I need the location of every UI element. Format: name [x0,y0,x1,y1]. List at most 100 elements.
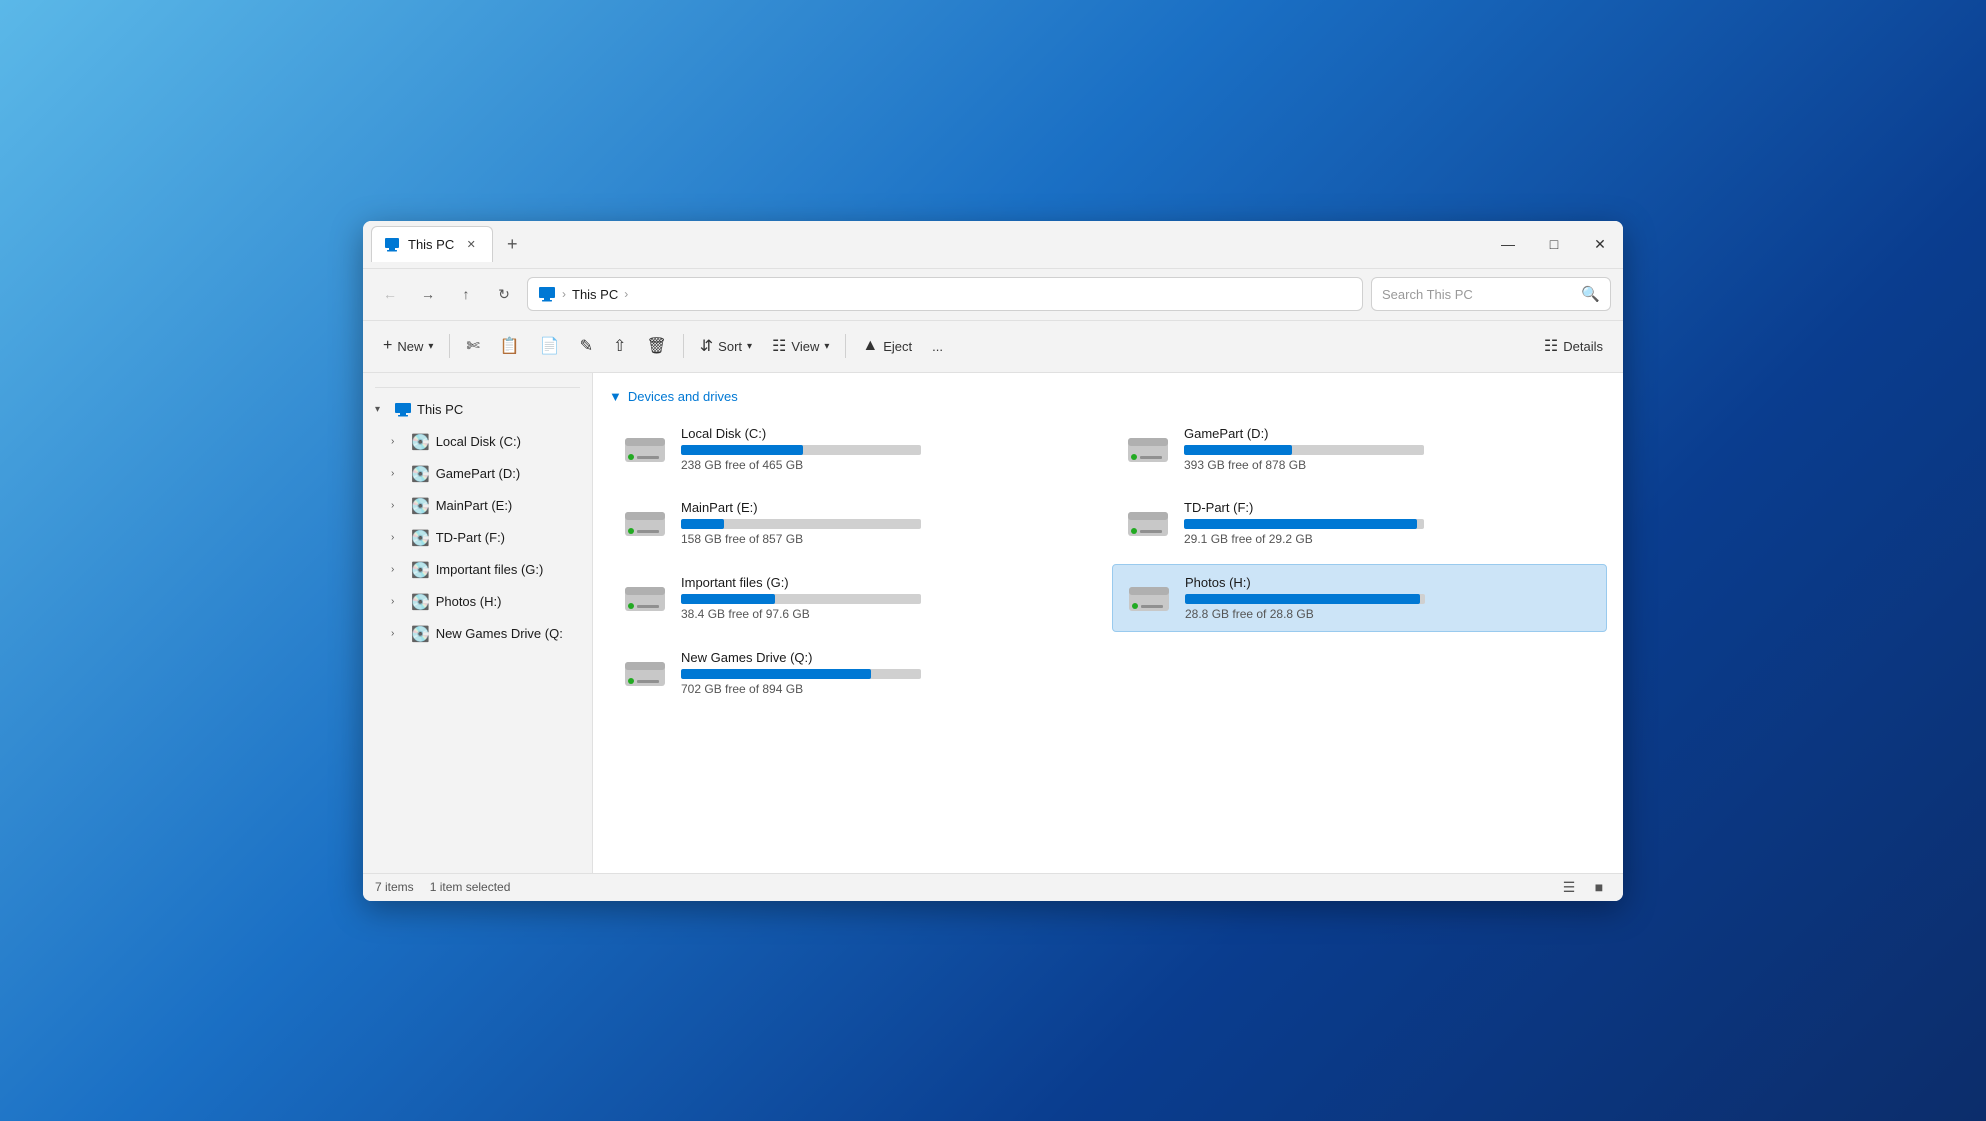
details-button[interactable]: ☷ Details [1536,329,1611,363]
drive-bar-bg-2 [681,519,921,529]
chevron-right-icon-h: › [391,596,405,607]
drive-bar-fill-4 [681,594,775,604]
share-button[interactable]: ⇧ [605,329,634,363]
back-button[interactable]: ← [375,279,405,309]
title-bar: This PC ✕ + — □ ✕ [363,221,1623,269]
sidebar: ▾ This PC › 💽 Local Disk (C:) › 💽 GamePa… [363,373,593,873]
paste-button[interactable]: 📄 [532,329,568,363]
forward-button[interactable]: → [413,279,443,309]
eject-icon: ▲ [862,337,878,355]
new-icon: + [383,337,392,355]
drive-icon-0 [621,428,669,470]
sidebar-item-g[interactable]: › 💽 Important files (G:) [363,554,592,586]
drive-name-4: Important files (G:) [681,575,1092,590]
this-pc-label: This PC [417,402,463,417]
sidebar-item-f[interactable]: › 💽 TD-Part (F:) [363,522,592,554]
drive-bar-fill-2 [681,519,724,529]
drive-bar-bg-3 [1184,519,1424,529]
view-button[interactable]: ☷ View ▾ [764,329,837,363]
tab-area: This PC ✕ + [363,221,1485,268]
toolbar-sep-3 [845,334,846,358]
sort-dropdown-icon: ▾ [747,341,752,352]
pc-icon [384,237,400,253]
drive-e-icon: 💽 [411,497,430,515]
refresh-button[interactable]: ↻ [489,279,519,309]
pc-sidebar-icon [395,403,411,417]
status-bar-right: ☰ ■ [1557,875,1611,899]
drive-icon-1 [1124,428,1172,470]
sidebar-h-label: Photos (H:) [436,594,502,609]
drive-item-6[interactable]: New Games Drive (Q:)702 GB free of 894 G… [609,640,1104,706]
chevron-right-icon-d: › [391,468,405,479]
close-button[interactable]: ✕ [1577,221,1623,268]
sidebar-item-d[interactable]: › 💽 GamePart (D:) [363,458,592,490]
chevron-down-icon: ▾ [375,404,389,415]
new-button[interactable]: + New ▾ [375,329,441,363]
hdd-svg-5 [1125,577,1173,619]
hdd-svg-6 [621,652,669,694]
address-bar: ← → ↑ ↻ › This PC › Search This PC 🔍 [363,269,1623,321]
drive-bar-bg-6 [681,669,921,679]
address-pc-icon [538,286,556,302]
address-path[interactable]: › This PC › [527,277,1363,311]
drive-item-3[interactable]: TD-Part (F:)29.1 GB free of 29.2 GB [1112,490,1607,556]
delete-icon: 🗑 [646,336,666,356]
sidebar-item-e[interactable]: › 💽 MainPart (E:) [363,490,592,522]
share-icon: ⇧ [613,336,626,356]
drive-item-4[interactable]: Important files (G:) 38.4 GB free of 97.6… [609,564,1104,632]
new-dropdown-icon: ▾ [428,341,433,352]
new-label: New [397,339,423,354]
drive-bar-fill-5 [1185,594,1420,604]
toolbar-sep-2 [683,334,684,358]
more-button[interactable]: ... [924,329,951,363]
drive-c-icon: 💽 [411,433,430,451]
drive-g-icon: 💽 [411,561,430,579]
sidebar-item-q[interactable]: › 💽 New Games Drive (Q: [363,618,592,650]
sidebar-item-c[interactable]: › 💽 Local Disk (C:) [363,426,592,458]
drives-grid: Local Disk (C:)238 GB free of 465 GB Gam… [609,416,1607,706]
file-explorer-window: This PC ✕ + — □ ✕ ← → ↑ ↻ › This PC › Se [363,221,1623,901]
drive-space-4: 38.4 GB free of 97.6 GB [681,607,1092,621]
address-path-text: This PC [572,287,618,302]
drive-name-1: GamePart (D:) [1184,426,1595,441]
drive-icon-2 [621,502,669,544]
sidebar-item-this-pc[interactable]: ▾ This PC [363,394,592,426]
section-title: Devices and drives [628,389,738,404]
cut-button[interactable]: ✄ [458,329,487,363]
drive-bar-fill-6 [681,669,871,679]
sidebar-f-label: TD-Part (F:) [436,530,505,545]
drive-bar-fill-1 [1184,445,1292,455]
eject-button[interactable]: ▲ Eject [854,329,920,363]
section-header[interactable]: ▼ Devices and drives [609,389,1607,404]
drive-item-2[interactable]: MainPart (E:)158 GB free of 857 GB [609,490,1104,556]
drive-name-5: Photos (H:) [1185,575,1594,590]
list-view-button[interactable]: ☰ [1557,875,1581,899]
sidebar-g-label: Important files (G:) [436,562,544,577]
active-tab[interactable]: This PC ✕ [371,226,493,262]
copy-button[interactable]: 📋 [492,329,528,363]
drive-item-0[interactable]: Local Disk (C:)238 GB free of 465 GB [609,416,1104,482]
new-tab-button[interactable]: + [497,229,527,259]
content-area: ▼ Devices and drives Local Disk (C:)238 … [593,373,1623,873]
rename-button[interactable]: ✎ [572,329,601,363]
drive-d-icon: 💽 [411,465,430,483]
up-button[interactable]: ↑ [451,279,481,309]
drive-item-5[interactable]: Photos (H:)28.8 GB free of 28.8 GB [1112,564,1607,632]
window-controls: — □ ✕ [1485,221,1623,268]
minimize-button[interactable]: — [1485,221,1531,268]
drive-bar-bg-5 [1185,594,1425,604]
chevron-right-icon-f: › [391,532,405,543]
more-label: ... [932,339,943,354]
drive-item-1[interactable]: GamePart (D:)393 GB free of 878 GB [1112,416,1607,482]
drive-bar-fill-0 [681,445,803,455]
maximize-button[interactable]: □ [1531,221,1577,268]
drive-bar-fill-3 [1184,519,1417,529]
sort-label: Sort [718,339,742,354]
sidebar-item-h[interactable]: › 💽 Photos (H:) [363,586,592,618]
delete-button[interactable]: 🗑 [638,329,674,363]
sort-button[interactable]: ⇵ Sort ▾ [692,329,760,363]
search-box[interactable]: Search This PC 🔍 [1371,277,1611,311]
tiles-view-button[interactable]: ■ [1587,875,1611,899]
tab-label: This PC [408,237,454,252]
tab-close-button[interactable]: ✕ [462,236,480,254]
